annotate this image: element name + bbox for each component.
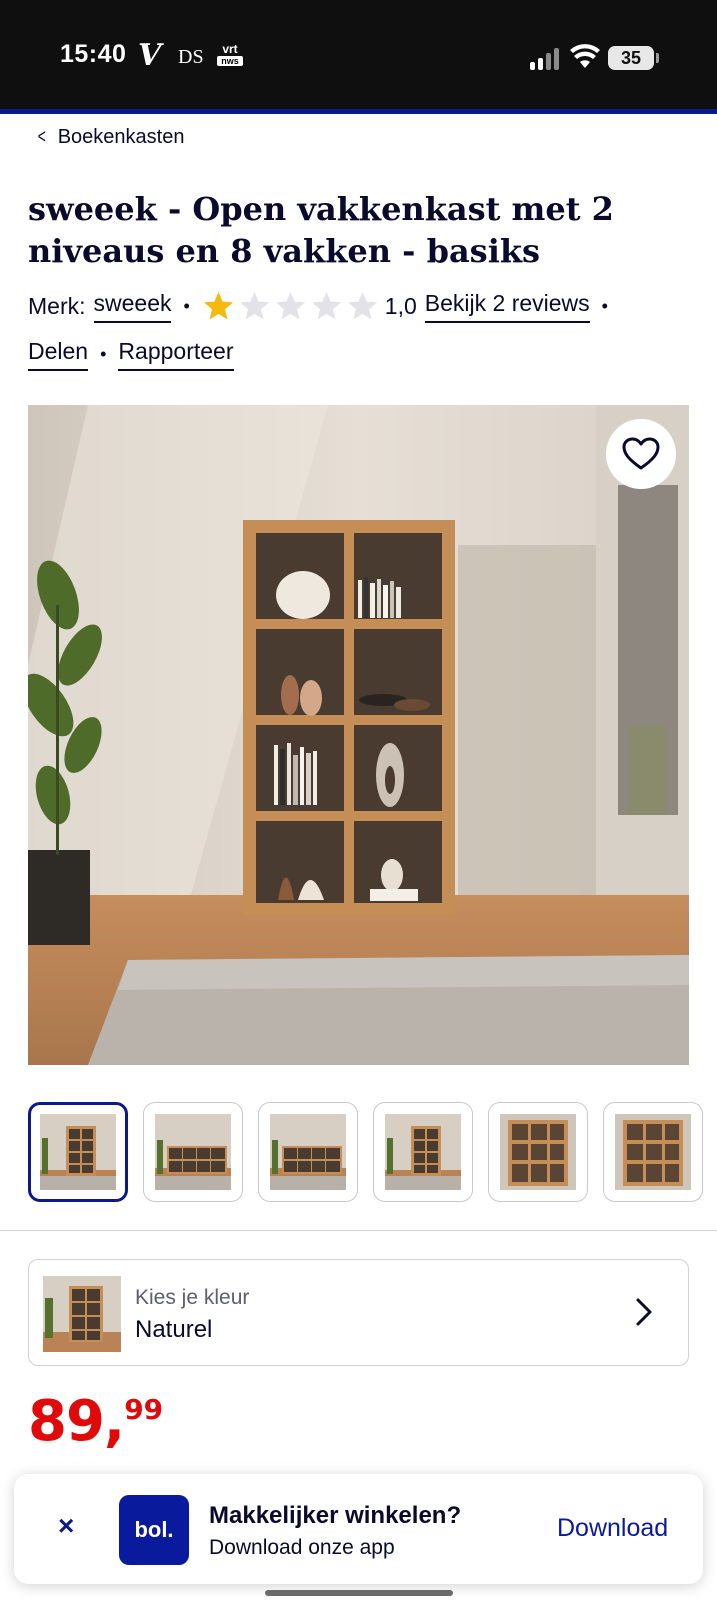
brand-link[interactable]: sweeek	[93, 290, 172, 323]
color-swatch-image	[43, 1276, 121, 1352]
cellular-signal-icon	[530, 48, 562, 70]
color-label: Kies je kleur	[135, 1286, 250, 1309]
thumbnail-6[interactable]	[603, 1102, 703, 1202]
product-title: sweeek - Open vakkenkast met 2 niveaus e…	[28, 190, 614, 270]
star-empty-icon	[275, 292, 305, 320]
battery-tip	[656, 53, 659, 63]
report-link[interactable]: Rapporteer	[118, 338, 234, 371]
star-empty-icon	[239, 292, 269, 320]
vrt-label: vrt	[222, 42, 238, 56]
status-time: 15:40	[60, 40, 127, 68]
separator-dot: •	[183, 296, 190, 316]
star-empty-icon	[347, 292, 377, 320]
download-button[interactable]: Download	[557, 1514, 668, 1543]
app-vrt-nws-icon: vrt nws	[217, 42, 243, 66]
product-actions-row: Delen • Rapporteer	[28, 338, 234, 371]
breadcrumb[interactable]: < Boekenkasten	[36, 126, 185, 149]
rating-value: 1,0	[384, 293, 417, 319]
color-selector[interactable]: Kies je kleur Naturel	[28, 1259, 689, 1366]
app-ds-icon: DS	[178, 46, 204, 68]
star-filled-icon	[203, 292, 233, 320]
home-indicator[interactable]	[265, 1590, 453, 1596]
product-main-image[interactable]	[28, 405, 689, 1065]
share-link[interactable]: Delen	[28, 338, 89, 371]
separator-dot: •	[601, 296, 608, 316]
banner-subtitle: Download onze app	[209, 1536, 395, 1559]
thumbnail-image	[385, 1114, 461, 1190]
favorite-button[interactable]	[606, 419, 676, 489]
thumbnail-5[interactable]	[488, 1102, 588, 1202]
breadcrumb-label: Boekenkasten	[57, 126, 185, 148]
chevron-right-icon	[636, 1298, 652, 1326]
thumbnail-1[interactable]	[28, 1102, 128, 1202]
product-price: 89, 99	[28, 1392, 163, 1452]
wifi-icon	[570, 44, 600, 68]
thumbnail-4[interactable]	[373, 1102, 473, 1202]
thumbnail-2[interactable]	[143, 1102, 243, 1202]
price-integer: 89,	[28, 1389, 125, 1454]
price-decimals: 99	[124, 1393, 164, 1426]
app-download-banner: × bol. Makkelijker winkelen? Download on…	[14, 1474, 703, 1584]
reviews-link[interactable]: Bekijk 2 reviews	[424, 290, 590, 323]
heart-icon	[622, 437, 660, 470]
star-empty-icon	[311, 292, 341, 320]
thumbnail-image	[270, 1114, 346, 1190]
chevron-left-icon: <	[37, 126, 46, 148]
thumbnail-strip	[28, 1102, 703, 1202]
banner-title: Makkelijker winkelen?	[209, 1502, 462, 1529]
thumbnail-3[interactable]	[258, 1102, 358, 1202]
nws-label: nws	[217, 56, 243, 66]
thumbnail-image	[40, 1114, 116, 1190]
thumbnail-image	[615, 1114, 691, 1190]
bookcase-room-photo	[28, 405, 689, 1065]
battery-icon: 35	[608, 46, 654, 70]
section-divider	[0, 1230, 717, 1231]
rating-stars	[202, 290, 379, 323]
thumbnail-image	[155, 1114, 231, 1190]
app-v-icon: V	[138, 38, 162, 73]
color-value: Naturel	[135, 1316, 213, 1343]
bol-logo: bol.	[119, 1495, 189, 1565]
brand-prefix: Merk:	[28, 293, 86, 319]
status-accent-bar	[0, 109, 717, 114]
thumbnail-image	[500, 1114, 576, 1190]
status-bar: 15:40 V DS vrt nws 35	[0, 0, 717, 114]
close-icon[interactable]: ×	[58, 1510, 74, 1542]
product-meta-row: Merk: sweeek • 1,0 Bekijk 2 reviews •	[28, 290, 620, 323]
separator-dot: •	[100, 344, 107, 364]
